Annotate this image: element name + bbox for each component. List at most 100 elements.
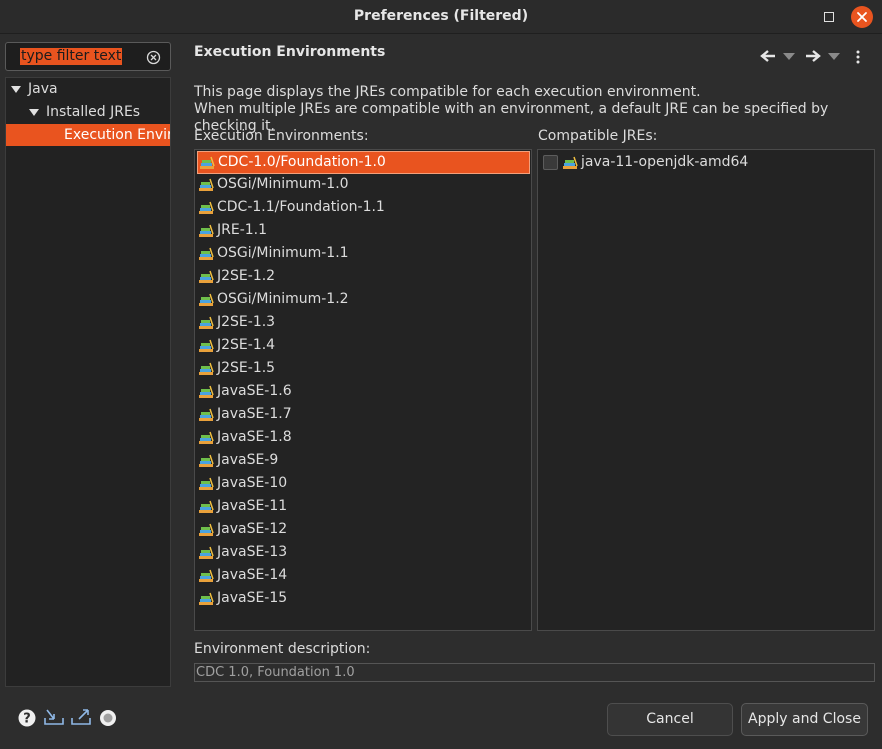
env-list-item-label: JavaSE-15 xyxy=(217,590,288,606)
view-menu-icon[interactable] xyxy=(855,50,861,64)
jre-library-icon xyxy=(199,500,214,513)
apply-and-close-button[interactable]: Apply and Close xyxy=(741,703,868,736)
jre-label: java-11-openjdk-amd64 xyxy=(581,154,749,170)
jre-library-icon xyxy=(199,569,214,582)
jre-library-icon xyxy=(199,408,214,421)
env-list-item-label: JavaSE-1.6 xyxy=(217,383,292,399)
env-list-item-label: JavaSE-10 xyxy=(217,475,288,491)
tree-item-execution-environments[interactable]: Execution Environments xyxy=(6,124,170,146)
export-icon[interactable] xyxy=(70,708,92,726)
preference-tree[interactable]: Java Installed JREs Execution Environmen… xyxy=(5,77,171,687)
env-list-item-label: JavaSE-11 xyxy=(217,498,288,514)
env-list-item[interactable]: OSGi/Minimum-1.1 xyxy=(197,243,530,266)
env-list-item-label: CDC-1.1/Foundation-1.1 xyxy=(217,199,385,215)
env-list-item[interactable]: JRE-1.1 xyxy=(197,220,530,243)
env-description-label: Environment description: xyxy=(194,641,371,657)
env-list-item[interactable]: JavaSE-13 xyxy=(197,542,530,565)
env-list-item-label: JavaSE-13 xyxy=(217,544,288,560)
tree-item-label: Installed JREs xyxy=(46,104,141,120)
env-list-item-label: J2SE-1.4 xyxy=(217,337,276,353)
env-list-item[interactable]: J2SE-1.4 xyxy=(197,335,530,358)
jre-checkbox[interactable] xyxy=(543,155,558,170)
cancel-button[interactable]: Cancel xyxy=(607,703,733,736)
jre-library-icon xyxy=(199,362,214,375)
jre-library-icon xyxy=(199,339,214,352)
back-arrow-icon[interactable] xyxy=(760,49,776,63)
close-icon xyxy=(857,12,867,22)
env-list-item-label: JavaSE-1.7 xyxy=(217,406,292,422)
jre-library-icon xyxy=(199,201,214,214)
env-list-item-label: JavaSE-9 xyxy=(217,452,279,468)
maximize-button[interactable] xyxy=(818,6,840,28)
env-list-item-label: JavaSE-12 xyxy=(217,521,288,537)
env-list-item-label: J2SE-1.5 xyxy=(217,360,276,376)
tree-item-label: Java xyxy=(28,81,58,97)
env-list-item[interactable]: J2SE-1.2 xyxy=(197,266,530,289)
expand-triangle-icon[interactable] xyxy=(29,109,39,116)
env-list-item[interactable]: OSGi/Minimum-1.2 xyxy=(197,289,530,312)
jre-library-icon xyxy=(199,293,214,306)
env-list-item-label: OSGi/Minimum-1.2 xyxy=(217,291,349,307)
tree-item-java[interactable]: Java xyxy=(6,78,170,100)
env-list-item[interactable]: CDC-1.1/Foundation-1.1 xyxy=(197,197,530,220)
env-list-item[interactable]: JavaSE-15 xyxy=(197,588,530,611)
env-list-item[interactable]: J2SE-1.5 xyxy=(197,358,530,381)
jre-library-icon xyxy=(199,477,214,490)
env-list-label: Execution Environments: xyxy=(194,128,369,144)
env-list-item[interactable]: JavaSE-14 xyxy=(197,565,530,588)
env-list-item[interactable]: JavaSE-10 xyxy=(197,473,530,496)
filter-input[interactable]: type filter text xyxy=(5,42,171,71)
compatible-jres-list[interactable]: java-11-openjdk-amd64 xyxy=(537,149,875,631)
page-description-line: This page displays the JREs compatible f… xyxy=(194,84,701,100)
jre-library-icon xyxy=(199,592,214,605)
record-icon[interactable] xyxy=(99,709,117,727)
env-list-item-label: JavaSE-14 xyxy=(217,567,288,583)
jre-library-icon xyxy=(199,270,214,283)
jre-library-icon xyxy=(199,431,214,444)
env-list-item[interactable]: J2SE-1.3 xyxy=(197,312,530,335)
env-list-item-label: J2SE-1.2 xyxy=(217,268,276,284)
env-list-item-label: JavaSE-1.8 xyxy=(217,429,292,445)
env-description-field: CDC 1.0, Foundation 1.0 xyxy=(194,663,875,682)
page-title: Execution Environments xyxy=(194,44,386,60)
clear-filter-icon[interactable] xyxy=(146,50,161,65)
jre-library-icon xyxy=(199,546,214,559)
execution-environments-list[interactable]: CDC-1.0/Foundation-1.0 OSGi/Minimum-1.0 CD… xyxy=(194,149,532,631)
env-list-item[interactable]: JavaSE-1.8 xyxy=(197,427,530,450)
filter-input-text[interactable]: type filter text xyxy=(20,48,123,65)
tree-item-label: Execution Environments xyxy=(64,127,170,143)
expand-triangle-icon[interactable] xyxy=(11,86,21,93)
window-title: Preferences (Filtered) xyxy=(353,8,529,24)
jre-library-icon xyxy=(199,523,214,536)
jre-library-icon xyxy=(200,156,215,169)
jre-library-icon xyxy=(199,385,214,398)
env-list-item[interactable]: JavaSE-11 xyxy=(197,496,530,519)
env-list-item-label: OSGi/Minimum-1.1 xyxy=(217,245,349,261)
jre-library-icon xyxy=(199,454,214,467)
forward-dropdown-icon[interactable] xyxy=(828,53,840,60)
jre-library-icon xyxy=(199,247,214,260)
env-list-item[interactable]: CDC-1.0/Foundation-1.0 xyxy=(197,151,530,174)
jre-library-icon xyxy=(199,178,214,191)
env-list-item[interactable]: OSGi/Minimum-1.0 xyxy=(197,174,530,197)
env-list-item[interactable]: JavaSE-12 xyxy=(197,519,530,542)
back-dropdown-icon[interactable] xyxy=(783,53,795,60)
env-list-item[interactable]: JavaSE-1.6 xyxy=(197,381,530,404)
jre-library-icon xyxy=(199,316,214,329)
import-icon[interactable] xyxy=(43,708,65,726)
jre-library-icon xyxy=(199,224,214,237)
env-list-item-label: JRE-1.1 xyxy=(217,222,268,238)
env-list-item-label: OSGi/Minimum-1.0 xyxy=(217,176,349,192)
jre-library-icon xyxy=(563,156,578,169)
close-button[interactable] xyxy=(851,6,873,28)
env-list-item-label: J2SE-1.3 xyxy=(217,314,276,330)
help-icon[interactable]: ? xyxy=(18,709,36,727)
title-bar: Preferences (Filtered) xyxy=(0,0,882,34)
env-list-item[interactable]: JavaSE-9 xyxy=(197,450,530,473)
svg-text:?: ? xyxy=(23,712,31,727)
tree-item-installed-jres[interactable]: Installed JREs xyxy=(6,101,170,123)
env-list-item-label: CDC-1.0/Foundation-1.0 xyxy=(218,154,386,170)
forward-arrow-icon[interactable] xyxy=(805,49,821,63)
env-list-item[interactable]: JavaSE-1.7 xyxy=(197,404,530,427)
jre-list-label: Compatible JREs: xyxy=(538,128,658,144)
